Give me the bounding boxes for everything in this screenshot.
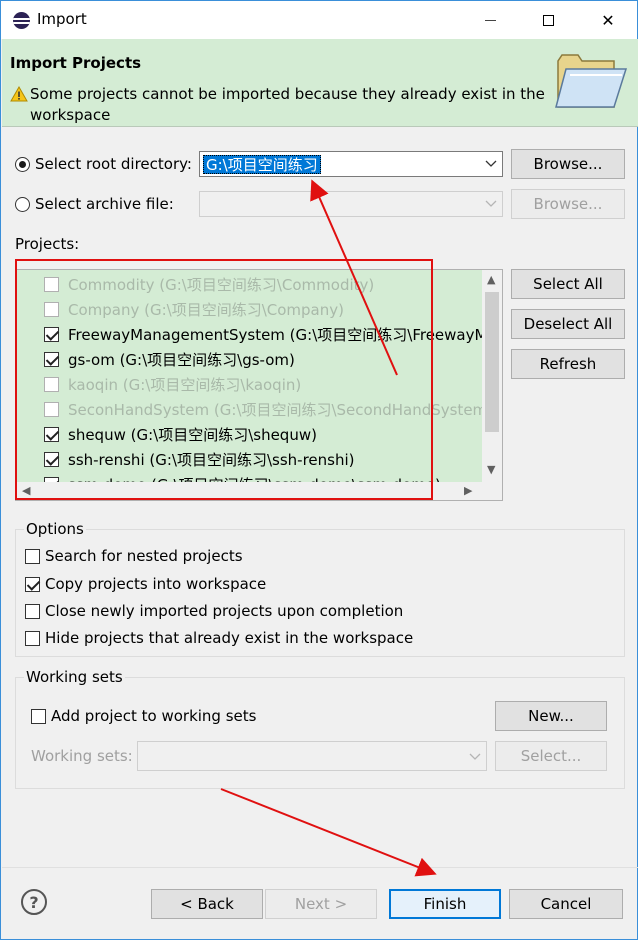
add-to-working-sets-checkbox[interactable] [31,709,46,724]
browse-archive-label: Browse... [533,195,603,213]
new-working-set-button[interactable]: New... [495,701,607,731]
maximize-button[interactable] [525,1,571,39]
finish-button[interactable]: Finish [389,889,501,919]
working-sets-combo[interactable] [137,741,487,771]
projects-label: Projects: [15,235,80,253]
title-bar: Import ✕ [1,1,637,39]
refresh-button[interactable]: Refresh [511,349,625,379]
working-sets-title: Working sets [24,668,125,686]
banner-title: Import Projects [10,54,142,72]
select-archive-radio[interactable] [15,197,30,212]
cancel-label: Cancel [540,895,592,913]
wizard-banner: Import Projects Some projects cannot be … [2,39,638,127]
browse-root-label: Browse... [533,155,603,173]
search-nested-checkbox[interactable] [25,549,40,564]
help-icon[interactable]: ? [21,889,47,915]
refresh-label: Refresh [539,355,597,373]
warning-icon [10,86,28,102]
new-working-set-label: New... [528,707,574,725]
annotation-box [15,259,433,500]
working-sets-label: Working sets: [31,747,133,765]
chevron-down-icon [485,160,497,167]
select-all-button[interactable]: Select All [511,269,625,299]
chevron-down-icon [485,200,497,207]
cancel-button[interactable]: Cancel [509,889,623,919]
next-label: Next > [294,895,348,913]
select-root-label: Select root directory: [35,155,192,173]
scroll-up-icon[interactable]: ▲ [487,273,495,286]
archive-file-combo[interactable] [199,191,503,217]
minimize-icon [484,19,496,21]
minimize-button[interactable] [467,1,513,39]
eclipse-icon [13,12,30,29]
banner-message: Some projects cannot be imported because… [30,85,545,124]
import-dialog: Import ✕ Import Projects Some projects c… [0,0,638,940]
chevron-down-icon [469,753,481,760]
folder-icon [555,54,628,108]
select-root-radio[interactable] [15,157,30,172]
add-to-working-sets-label: Add project to working sets [51,707,257,725]
deselect-all-button[interactable]: Deselect All [511,309,625,339]
finish-label: Finish [423,895,467,913]
close-icon: ✕ [601,10,615,30]
browse-archive-button[interactable]: Browse... [511,189,625,219]
root-directory-value: G:\项目空间练习 [203,155,321,174]
options-title: Options [24,520,86,538]
root-directory-combo[interactable]: G:\项目空间练习 [199,151,503,177]
close-imported-label: Close newly imported projects upon compl… [45,602,404,620]
select-archive-label: Select archive file: [35,195,174,213]
back-label: < Back [180,895,234,913]
hide-existing-label: Hide projects that already exist in the … [45,629,414,647]
deselect-all-label: Deselect All [523,315,613,333]
scroll-down-icon[interactable]: ▼ [487,463,495,476]
hide-existing-checkbox[interactable] [25,631,40,646]
search-nested-label: Search for nested projects [45,547,243,565]
working-sets-group: Working sets [15,668,625,789]
copy-projects-label: Copy projects into workspace [45,575,267,593]
scroll-corner [482,482,502,500]
scroll-right-icon[interactable]: ▶ [464,484,472,497]
vertical-scrollbar[interactable]: ▲ ▼ [482,270,502,482]
copy-projects-checkbox[interactable] [25,577,40,592]
back-button[interactable]: < Back [151,889,263,919]
select-all-label: Select All [533,275,603,293]
browse-root-button[interactable]: Browse... [511,149,625,179]
maximize-icon [542,14,554,26]
select-working-set-button[interactable]: Select... [495,741,607,771]
select-working-set-label: Select... [520,747,582,765]
close-button[interactable]: ✕ [585,1,631,39]
window-title: Import [37,10,87,28]
scroll-thumb[interactable] [485,292,499,432]
footer-separator [2,867,638,868]
next-button[interactable]: Next > [265,889,377,919]
arrow-to-finish [220,788,437,877]
close-imported-checkbox[interactable] [25,604,40,619]
